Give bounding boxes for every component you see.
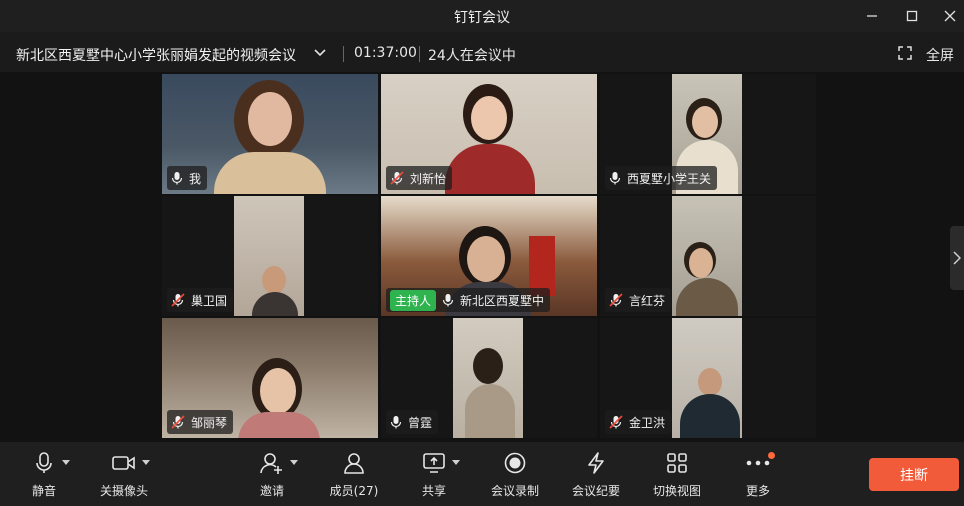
video-tile-active-speaker[interactable]: 主持人 新北区西夏墅中 <box>381 196 597 316</box>
participant-name: 西夏墅小学王关 <box>627 171 712 186</box>
record-label: 会议录制 <box>490 484 539 498</box>
mic-muted-icon <box>171 415 185 429</box>
background-object <box>529 236 555 296</box>
maximize-button[interactable] <box>902 6 922 26</box>
participant-name: 刘新怡 <box>410 171 447 186</box>
invite-label: 邀请 <box>259 484 284 498</box>
video-tile[interactable]: 我 <box>162 74 378 194</box>
mute-button[interactable]: 静音 <box>4 450 84 499</box>
participant-name: 新北区西夏墅中 <box>460 293 545 308</box>
close-button[interactable] <box>940 6 960 26</box>
mic-muted-icon <box>171 293 185 307</box>
person-face <box>471 96 507 140</box>
divider <box>343 46 344 62</box>
person-face <box>467 236 505 282</box>
microphone-icon <box>36 452 52 473</box>
camera-off-button[interactable]: 关摄像头 <box>84 450 164 499</box>
participant-label: 曾霆 <box>386 410 439 434</box>
video-tile[interactable]: 西夏墅小学王关 <box>600 74 816 194</box>
minimize-button[interactable] <box>862 6 882 26</box>
window-title: 钉钉会议 <box>454 10 510 26</box>
person-body <box>465 384 515 438</box>
next-page-button[interactable] <box>950 226 964 290</box>
share-button[interactable]: 共享 <box>394 450 474 499</box>
divider <box>419 46 420 62</box>
camera-icon <box>112 456 135 470</box>
meeting-title[interactable]: 新北区西夏墅中心小学张丽娟发起的视频会议 <box>16 45 296 65</box>
caret-down-icon <box>62 460 70 465</box>
meeting-toolbar: 静音 关摄像头 邀请 成员(27) 共享 会议录制 会议纪要 切换视图 更多 <box>0 442 964 506</box>
meeting-duration: 01:37:00 <box>354 45 417 61</box>
meeting-info-bar: 新北区西夏墅中心小学张丽娟发起的视频会议 01:37:00 24人在会议中 全屏 <box>0 36 964 70</box>
participant-name: 言红芬 <box>629 293 666 308</box>
participant-name: 金卫洪 <box>629 415 666 430</box>
more-button[interactable]: 更多 <box>718 450 798 499</box>
person-icon <box>344 453 364 474</box>
more-dots-icon <box>746 460 770 466</box>
person <box>262 266 286 294</box>
person-face <box>260 368 296 414</box>
mic-icon <box>390 416 402 429</box>
participant-label: 言红芬 <box>605 288 672 312</box>
participant-label: 金卫洪 <box>605 410 672 434</box>
add-person-icon <box>260 453 282 474</box>
mic-icon <box>609 172 621 185</box>
caret-down-icon <box>142 460 150 465</box>
mic-icon <box>442 294 454 307</box>
person-face <box>689 248 713 278</box>
person <box>698 368 722 396</box>
caret-down-icon <box>452 460 460 465</box>
participant-name: 邹丽琴 <box>191 415 228 430</box>
record-icon <box>504 452 526 474</box>
participant-label: 西夏墅小学王关 <box>605 166 718 190</box>
mic-muted-icon <box>390 171 404 185</box>
screen-share-icon <box>423 453 445 473</box>
fullscreen-icon[interactable] <box>898 46 912 64</box>
participant-name: 巢卫国 <box>191 293 228 308</box>
video-tile[interactable]: 曾霆 <box>381 318 597 438</box>
mic-icon <box>171 172 183 185</box>
person-face <box>248 92 292 146</box>
title-bar: 钉钉会议 <box>0 0 964 32</box>
video-tile[interactable]: 刘新怡 <box>381 74 597 194</box>
chevron-down-icon[interactable] <box>313 46 327 64</box>
hangup-button[interactable]: 挂断 <box>869 458 959 491</box>
invite-button[interactable]: 邀请 <box>232 450 312 499</box>
participant-label: 主持人 新北区西夏墅中 <box>386 288 551 312</box>
record-button[interactable]: 会议录制 <box>475 450 555 499</box>
chevron-right-icon <box>953 251 961 265</box>
switch-view-button[interactable]: 切换视图 <box>637 450 717 499</box>
camera-off-label: 关摄像头 <box>99 484 148 498</box>
mic-muted-icon <box>609 415 623 429</box>
caret-down-icon <box>290 460 298 465</box>
video-tile[interactable]: 言红芬 <box>600 196 816 316</box>
fullscreen-button[interactable]: 全屏 <box>926 45 954 65</box>
host-badge: 主持人 <box>390 289 437 311</box>
participant-label: 邹丽琴 <box>167 410 234 434</box>
grid-view-icon <box>667 453 687 473</box>
participant-name: 我 <box>189 171 202 186</box>
video-tile[interactable]: 邹丽琴 <box>162 318 378 438</box>
more-label: 更多 <box>745 484 770 498</box>
video-grid: 我 刘新怡 西夏墅小学王关 巢卫国 主持人 新北区西夏墅中 言红芬 邹丽琴 曾霆… <box>0 72 964 442</box>
minutes-button[interactable]: 会议纪要 <box>556 450 636 499</box>
lightning-icon <box>588 452 604 474</box>
video-tile[interactable]: 金卫洪 <box>600 318 816 438</box>
mute-label: 静音 <box>31 484 56 498</box>
person-face <box>692 106 718 138</box>
members-label: 成员(27) <box>329 484 379 498</box>
participant-label: 我 <box>167 166 208 190</box>
members-button[interactable]: 成员(27) <box>314 450 394 499</box>
participant-count-status: 24人在会议中 <box>428 48 516 64</box>
participant-label: 刘新怡 <box>386 166 453 190</box>
mic-muted-icon <box>609 293 623 307</box>
switch-view-label: 切换视图 <box>652 484 701 498</box>
share-label: 共享 <box>421 484 446 498</box>
minutes-label: 会议纪要 <box>571 484 620 498</box>
video-tile[interactable]: 巢卫国 <box>162 196 378 316</box>
notification-dot <box>768 452 775 459</box>
person <box>473 348 503 384</box>
participant-name: 曾霆 <box>408 415 433 430</box>
participant-label: 巢卫国 <box>167 288 234 312</box>
